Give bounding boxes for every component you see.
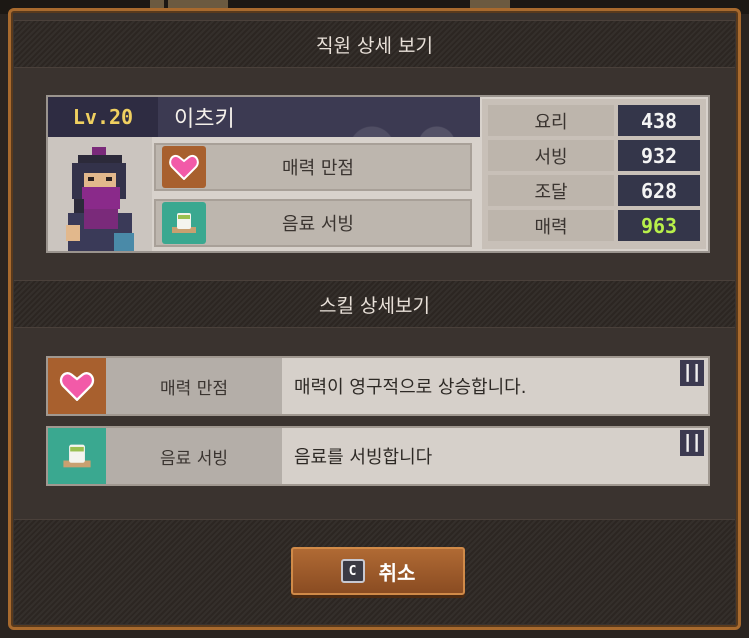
skill-row[interactable]: 음료 서빙 음료를 서빙합니다 ┃┃: [46, 426, 710, 486]
background-glyph: [150, 0, 164, 8]
ninja-portrait-icon: [48, 137, 152, 251]
stat-value: 438: [618, 105, 700, 136]
stat-name: 조달: [488, 175, 614, 206]
stat-value: 932: [618, 140, 700, 171]
trait-label: 음료 서빙: [282, 214, 354, 235]
cancel-label: 취소: [378, 560, 416, 585]
cancel-button[interactable]: C 취소: [291, 547, 465, 595]
employee-detail-dialog: 직원 상세 보기 Lv.20 이츠키 매력 만점 음료 서빙 요리 438 서빙…: [8, 8, 741, 630]
tea-cup-icon: [48, 428, 106, 484]
employee-portrait: [48, 137, 152, 251]
stat-name: 요리: [488, 105, 614, 136]
stat-value: 963: [618, 210, 700, 241]
tea-cup-icon: [162, 202, 206, 244]
stat-name: 매력: [488, 210, 614, 241]
stat-value: 628: [618, 175, 700, 206]
trait-label: 매력 만점: [282, 158, 354, 179]
trait-list: 매력 만점 음료 서빙: [154, 143, 478, 247]
skill-name: 매력 만점: [106, 358, 282, 414]
trait-item: 매력 만점: [154, 143, 472, 191]
stat-row-procurement: 조달 628: [488, 175, 700, 206]
stat-row-serving: 서빙 932: [488, 140, 700, 171]
background-glyph: [470, 0, 510, 8]
heart-icon: [162, 146, 206, 188]
employee-name-bar: Lv.20 이츠키: [48, 97, 480, 137]
skill-description: 매력이 영구적으로 상승합니다.: [294, 377, 527, 398]
stat-name: 서빙: [488, 140, 614, 171]
stats-panel: 요리 438 서빙 932 조달 628 매력 963: [482, 99, 706, 249]
stat-row-charm: 매력 963: [488, 210, 700, 241]
heart-icon: [48, 358, 106, 414]
trait-item: 음료 서빙: [154, 199, 472, 247]
stat-row-cooking: 요리 438: [488, 105, 700, 136]
fork-knife-icon: ┃┃: [680, 430, 704, 456]
keyboard-key-icon: C: [340, 559, 365, 583]
skill-section-header: 스킬 상세보기: [14, 280, 735, 328]
skill-section-title: 스킬 상세보기: [319, 294, 430, 317]
skill-row[interactable]: 매력 만점 매력이 영구적으로 상승합니다. ┃┃: [46, 356, 710, 416]
employee-level: Lv.20: [48, 97, 158, 137]
skill-description: 음료를 서빙합니다: [294, 447, 433, 468]
dialog-title-bar: 직원 상세 보기: [14, 20, 735, 68]
background-glyph: [168, 0, 228, 8]
employee-card: Lv.20 이츠키 매력 만점 음료 서빙 요리 438 서빙 932 조달 6…: [46, 95, 710, 253]
skill-name: 음료 서빙: [106, 428, 282, 484]
fork-knife-icon: ┃┃: [680, 360, 704, 386]
employee-name: 이츠키: [174, 107, 235, 132]
dialog-title: 직원 상세 보기: [316, 34, 433, 57]
